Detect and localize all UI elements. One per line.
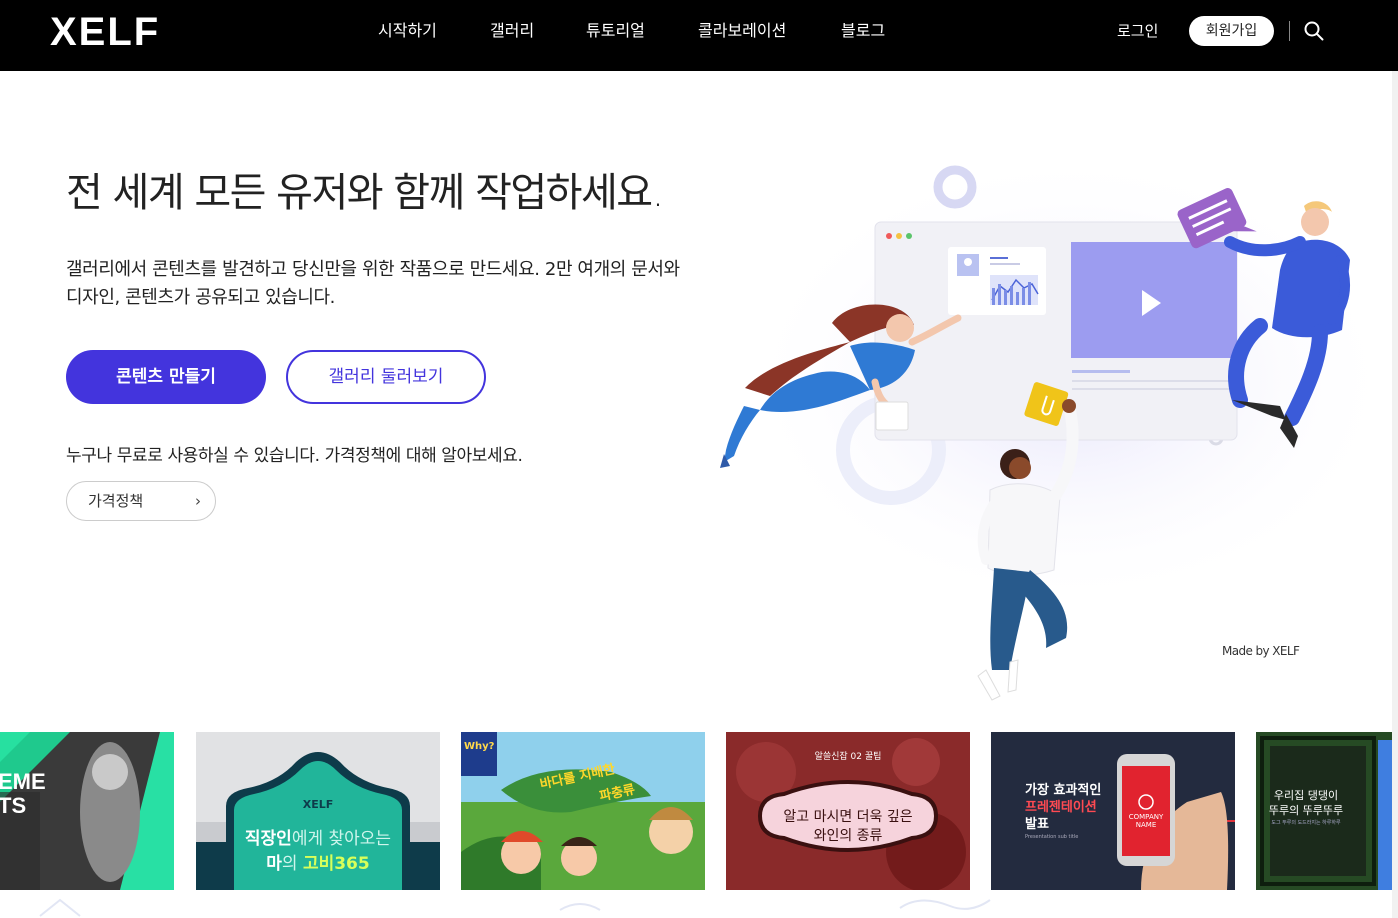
card-title: 우리집 댕댕이 뚜루의 뚜루뚜루 도그 뚜루의 도드라지는 하루하루: [1256, 788, 1356, 828]
card-title-line: 직장인에게 찾아오는: [196, 824, 440, 849]
signup-button[interactable]: 회원가입: [1189, 16, 1274, 46]
gallery-card[interactable]: XELF 직장인에게 찾아오는 마의 고비365: [196, 732, 440, 890]
gallery-card[interactable]: 가장 효과적인 프레젠테이션 발표 Presentation sub title…: [991, 732, 1235, 890]
card-title-line: 와인의 종류: [813, 828, 883, 844]
card-title-rest: 의: [281, 854, 303, 874]
free-usage-note: 누구나 무료로 사용하실 수 있습니다. 가격정책에 대해 알아보세요.: [66, 446, 523, 466]
card-title-line: 발표: [1025, 817, 1049, 832]
card-title-line: 알고 마시면 더욱 깊은: [783, 809, 913, 825]
card-title-line: TS: [0, 793, 27, 818]
hero-title: 전 세계 모든 유저와 함께 작업하세요.: [66, 170, 664, 216]
card-badge: Why?: [464, 741, 495, 752]
card-subtitle: 도그 뚜루의 도드라지는 하루하루: [1271, 820, 1341, 826]
card-thumbnail-graphic: [461, 732, 705, 890]
card-title-bold: 직장인: [244, 829, 292, 849]
header-divider: [1289, 21, 1290, 41]
gallery-card[interactable]: 알쓸신잡 02 꿀팁 알고 마시면 더욱 깊은 와인의 종류: [726, 732, 970, 890]
chevron-right-icon: ›: [195, 492, 201, 510]
card-subtitle: Presentation sub title: [1025, 834, 1079, 840]
card-title-bold: 마: [266, 854, 282, 874]
nav-item-collaboration[interactable]: 콜라보레이션: [698, 21, 786, 41]
card-brand: XELF: [302, 798, 334, 811]
card-phone-text: COMPANY NAME: [1122, 813, 1170, 829]
card-title: EME TS: [0, 770, 46, 818]
card-title-line: 뚜루의 뚜루뚜루: [1268, 804, 1344, 817]
gallery-card[interactable]: 우리집 댕댕이 뚜루의 뚜루뚜루 도그 뚜루의 도드라지는 하루하루: [1256, 732, 1392, 890]
card-title-accent: 고비365: [302, 854, 370, 874]
hero-illustration: [720, 150, 1380, 701]
card-title: 가장 효과적인 프레젠테이션 발표 Presentation sub title: [1025, 782, 1101, 841]
search-icon[interactable]: [1303, 20, 1325, 42]
browse-gallery-button[interactable]: 갤러리 둘러보기: [286, 350, 486, 404]
card-phone-line: COMPANY: [1128, 813, 1164, 821]
nav-item-start[interactable]: 시작하기: [378, 21, 437, 41]
hero-description-line: 디자인, 콘텐츠가 공유되고 있습니다.: [66, 287, 336, 308]
bottom-doodle-decoration: [39, 898, 991, 917]
card-title-line: EME: [0, 769, 46, 794]
card-title-line: 우리집 댕댕이: [1273, 789, 1339, 802]
card-top-label: 알쓸신잡 02 꿀팁: [814, 752, 882, 762]
made-by-credit: Made by XELF: [1222, 644, 1300, 658]
create-content-button[interactable]: 콘텐츠 만들기: [66, 350, 266, 404]
main-nav: 시작하기 갤러리 튜토리얼 콜라보레이션 블로그: [0, 21, 1392, 41]
card-title-rest: 에게 찾아오는: [291, 829, 392, 849]
nav-item-blog[interactable]: 블로그: [841, 21, 885, 41]
page-scrollbar-thumb[interactable]: [1392, 0, 1398, 71]
top-nav-bar: XELF 시작하기 갤러리 튜토리얼 콜라보레이션 블로그 로그인 회원가입: [0, 0, 1392, 71]
gallery-card[interactable]: EME TS: [0, 732, 174, 890]
card-phone-line: NAME: [1135, 821, 1157, 829]
card-title-line: 가장 효과적인: [1025, 783, 1102, 798]
hero-description: 갤러리에서 콘텐츠를 발견하고 당신만을 위한 작품으로 만드세요. 2만 여개…: [66, 256, 766, 312]
hero-description-line: 갤러리에서 콘텐츠를 발견하고 당신만을 위한 작품으로 만드세요. 2만 여개…: [66, 259, 680, 280]
nav-item-tutorial[interactable]: 튜토리얼: [586, 21, 645, 41]
card-title-line: 마의 고비365: [196, 849, 440, 874]
pricing-button-label: 가격정책: [88, 492, 144, 510]
card-title-line: 프레젠테이션: [1025, 800, 1097, 815]
login-link[interactable]: 로그인: [1117, 21, 1158, 41]
gallery-card[interactable]: Why? 바다를 지배한 파충류: [461, 732, 705, 890]
nav-item-gallery[interactable]: 갤러리: [490, 21, 534, 41]
pricing-button[interactable]: 가격정책 ›: [66, 481, 216, 521]
page-scrollbar-track[interactable]: [1392, 0, 1398, 918]
